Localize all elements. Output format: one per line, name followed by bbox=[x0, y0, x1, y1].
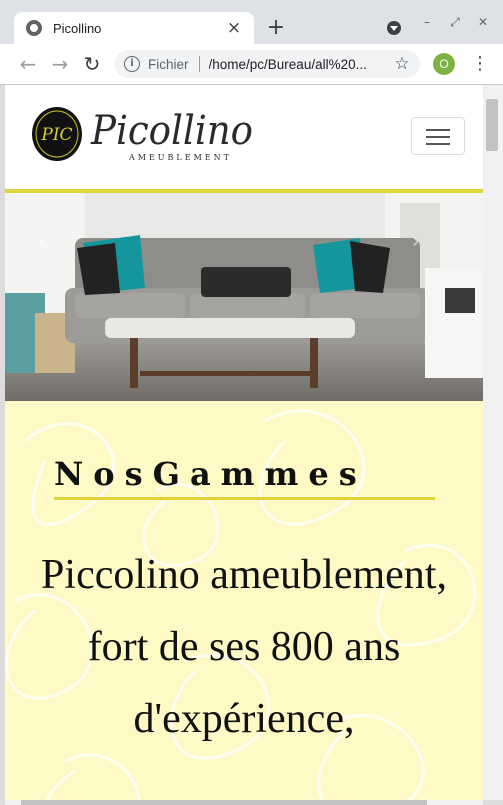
vertical-scrollbar-thumb[interactable] bbox=[486, 99, 498, 151]
horizontal-scrollbar[interactable] bbox=[5, 800, 483, 805]
maximize-icon[interactable]: ⤢ bbox=[445, 14, 465, 30]
horizontal-scrollbar-thumb[interactable] bbox=[21, 800, 427, 805]
hamburger-line bbox=[426, 129, 450, 131]
info-icon[interactable]: i bbox=[124, 56, 140, 72]
minimize-icon[interactable]: – bbox=[417, 14, 437, 30]
navbar-toggle-button[interactable] bbox=[411, 117, 465, 155]
close-icon[interactable]: ✕ bbox=[473, 14, 493, 30]
hero-carousel: ‹ › bbox=[5, 193, 483, 401]
sofa-photo bbox=[5, 193, 483, 401]
logo-brand-text: Picollino bbox=[90, 108, 253, 154]
new-tab-button[interactable]: + bbox=[264, 16, 288, 40]
address-bar[interactable]: i Fichier /home/pc/Bureau/all%20... ☆ bbox=[114, 50, 420, 78]
url-text[interactable]: /home/pc/Bureau/all%20... bbox=[209, 57, 392, 72]
vertical-scrollbar[interactable] bbox=[483, 85, 503, 800]
tab-close-icon[interactable]: × bbox=[224, 18, 244, 38]
page-viewport: PIC Picollino AMEUBLEMENT ‹ › NosGammes … bbox=[5, 85, 483, 800]
gammes-intro-text: Piccolino ameublement, fort de ses 800 a… bbox=[41, 552, 447, 742]
browser-toolbar: ← → ↻ i Fichier /home/pc/Bureau/all%20..… bbox=[0, 44, 503, 85]
profile-avatar[interactable]: O bbox=[433, 53, 455, 75]
gammes-heading: NosGammes bbox=[54, 451, 435, 500]
site-navbar: PIC Picollino AMEUBLEMENT bbox=[5, 85, 483, 193]
omnibox-separator bbox=[198, 56, 200, 72]
reload-icon[interactable]: ↻ bbox=[80, 52, 104, 76]
carousel-prev-icon[interactable]: ‹ bbox=[31, 231, 53, 253]
logo-emblem-text: PIC bbox=[40, 125, 72, 145]
hamburger-line bbox=[426, 143, 450, 145]
hamburger-line bbox=[426, 136, 450, 138]
site-logo[interactable]: PIC Picollino AMEUBLEMENT bbox=[31, 104, 261, 164]
logo-tagline-text: AMEUBLEMENT bbox=[128, 153, 232, 162]
tab-search-icon[interactable] bbox=[387, 21, 401, 35]
forward-arrow-icon[interactable]: → bbox=[48, 52, 72, 76]
kebab-menu-icon[interactable]: ⋮ bbox=[470, 52, 490, 76]
scheme-label: Fichier bbox=[148, 56, 189, 72]
back-arrow-icon[interactable]: ← bbox=[16, 52, 40, 76]
gammes-section: NosGammes Piccolino ameublement, fort de… bbox=[5, 401, 483, 800]
carousel-next-icon[interactable]: › bbox=[405, 231, 427, 253]
star-icon[interactable]: ☆ bbox=[392, 54, 412, 74]
browser-tab[interactable]: Picollino × bbox=[14, 12, 254, 44]
globe-icon bbox=[26, 20, 42, 36]
tab-title: Picollino bbox=[53, 20, 102, 36]
